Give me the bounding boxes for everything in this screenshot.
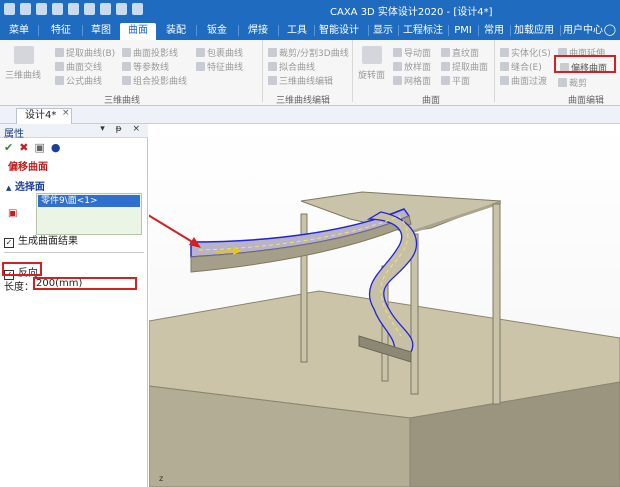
preview-icon[interactable]: ▣ xyxy=(34,141,44,154)
save-icon[interactable] xyxy=(52,3,63,15)
tab-load-apps[interactable]: 加载应用 xyxy=(510,23,558,40)
tab-weld[interactable]: 焊接 xyxy=(242,23,274,40)
iso-parameter-button[interactable]: 等参数线 xyxy=(122,60,169,73)
help-dot-icon[interactable]: ● xyxy=(51,141,61,154)
surface-intersection-button[interactable]: 曲面交线 xyxy=(55,60,102,73)
window-title: CAXA 3D 实体设计2020 - [设计4*] xyxy=(330,7,493,18)
fit-curve-button[interactable]: 拟合曲线 xyxy=(268,60,315,73)
length-input[interactable]: 200(mm) xyxy=(33,277,137,290)
tab-smart-design[interactable]: 智能设计 xyxy=(314,23,364,40)
tab-surface[interactable]: 曲面 xyxy=(120,23,156,40)
undo-icon[interactable] xyxy=(84,3,95,15)
column-back-right xyxy=(492,203,501,405)
extract-curve-button[interactable]: 提取曲线(B) xyxy=(55,46,115,59)
close-tab-icon[interactable]: × xyxy=(62,108,70,118)
tab-pmi[interactable]: PMI xyxy=(450,23,476,40)
property-panel: 属性 ▾ ᵽ × ✔ ✖ ▣ ● 偏移曲面 ▲ 选择面 ▣ 零件9\面<1> ✓… xyxy=(0,124,148,487)
3d-viewport[interactable]: z xyxy=(149,124,620,487)
ribbon-tab-bar: 菜单 特征 草图 曲面 装配 钣金 焊接 工具 智能设计 显示 工程标注 PMI… xyxy=(0,20,620,40)
3d-curve-icon[interactable] xyxy=(14,46,34,64)
title-bar: CAXA 3D 实体设计2020 - [设计4*] xyxy=(0,0,620,20)
reverse-highlight xyxy=(2,262,42,276)
direction-arrow-line xyxy=(214,250,234,253)
tab-display[interactable]: 显示 xyxy=(372,23,394,40)
confirm-icon[interactable]: ✔ xyxy=(4,141,13,154)
revolve-surface-icon[interactable] xyxy=(362,46,382,64)
panel-header: 属性 ▾ ᵽ × xyxy=(0,124,148,140)
3d-curve-edit-button[interactable]: 三维曲线编辑 xyxy=(268,74,333,87)
group-label-surface: 曲面 xyxy=(422,96,441,106)
subsection-title[interactable]: ▲ 选择面 xyxy=(6,178,45,193)
tab-menu[interactable]: 菜单 xyxy=(4,23,34,40)
print-icon[interactable] xyxy=(68,3,79,15)
mesh-surface-button[interactable]: 网格面 xyxy=(393,74,431,87)
tab-common[interactable]: 常用 xyxy=(480,23,508,40)
combined-projection-button[interactable]: 组合投影曲线 xyxy=(122,74,187,87)
revolve-surface-button[interactable]: 旋转面 xyxy=(358,68,385,81)
stitch-button[interactable]: 缝合(E) xyxy=(500,60,542,73)
feature-curve-button[interactable]: 特征曲线 xyxy=(196,60,243,73)
app-menu-icon[interactable] xyxy=(4,3,15,15)
3d-curve-button[interactable]: 三维曲线 xyxy=(5,68,41,81)
group-label-3d-curve: 三维曲线 xyxy=(104,96,141,106)
tab-annotation[interactable]: 工程标注 xyxy=(398,23,448,40)
split-3d-curve-button[interactable]: 裁剪/分割3D曲线 xyxy=(268,46,349,59)
panel-title: 属性 xyxy=(4,129,24,140)
face-selection-list[interactable]: 零件9\面<1> xyxy=(36,193,142,235)
trim-button[interactable]: 裁剪 xyxy=(558,76,587,89)
solidify-button[interactable]: 实体化(S) xyxy=(500,46,551,59)
panel-controls[interactable]: ▾ ᵽ × xyxy=(100,124,144,134)
tab-feature[interactable]: 特征 xyxy=(44,23,78,40)
ribbon-panel: 三维曲线 提取曲线(B) 曲面交线 公式曲线 曲面投影线 等参数线 组合投影曲线… xyxy=(0,40,620,106)
z-axis-label: z xyxy=(159,474,164,483)
cancel-icon[interactable]: ✖ xyxy=(19,141,28,154)
mail-icon[interactable] xyxy=(36,3,47,15)
surface-projection-button[interactable]: 曲面投影线 xyxy=(122,46,178,59)
wrap-curve-button[interactable]: 包裹曲线 xyxy=(196,46,243,59)
selected-face-item[interactable]: 零件9\面<1> xyxy=(38,195,140,207)
group-label-surface-edit: 曲面编辑 xyxy=(568,96,605,106)
face-select-icon: ▣ xyxy=(8,208,18,219)
group-label-curve-edit: 三维曲线编辑 xyxy=(276,96,331,106)
plane-button[interactable]: 平面 xyxy=(441,74,470,87)
formula-curve-button[interactable]: 公式曲线 xyxy=(55,74,102,87)
section-title: 偏移曲面 xyxy=(8,162,48,173)
checkbox-checked-icon[interactable]: ✓ xyxy=(4,238,14,248)
quick-access-toolbar xyxy=(4,3,143,15)
options-icon[interactable] xyxy=(132,3,143,15)
lightbulb-icon[interactable]: ◯ xyxy=(604,23,616,36)
offset-surface-highlight xyxy=(554,55,616,73)
surface-blend-button[interactable]: 曲面过渡 xyxy=(500,74,547,87)
tab-sketch[interactable]: 草图 xyxy=(86,23,116,40)
tab-tools[interactable]: 工具 xyxy=(282,23,312,40)
length-label: 长度： xyxy=(4,282,34,293)
model-canvas xyxy=(149,124,620,487)
generate-surface-checkbox[interactable]: ✓ 生成曲面结果 xyxy=(4,232,78,248)
tab-user-center[interactable]: 用户中心 xyxy=(560,23,606,40)
loft-surface-button[interactable]: 放样面 xyxy=(393,60,431,73)
tab-assembly[interactable]: 装配 xyxy=(160,23,192,40)
sweep-surface-button[interactable]: 导动面 xyxy=(393,46,431,59)
document-tab-strip: 设计4* × xyxy=(0,106,620,124)
extract-surface-button[interactable]: 提取曲面 xyxy=(441,60,488,73)
new-file-icon[interactable] xyxy=(20,3,31,15)
ruled-surface-button[interactable]: 直纹面 xyxy=(441,46,479,59)
gear-icon[interactable] xyxy=(116,3,127,15)
tab-sheetmetal[interactable]: 钣金 xyxy=(200,23,234,40)
redo-icon[interactable] xyxy=(100,3,111,15)
panel-toolbar: ✔ ✖ ▣ ● xyxy=(4,141,60,154)
